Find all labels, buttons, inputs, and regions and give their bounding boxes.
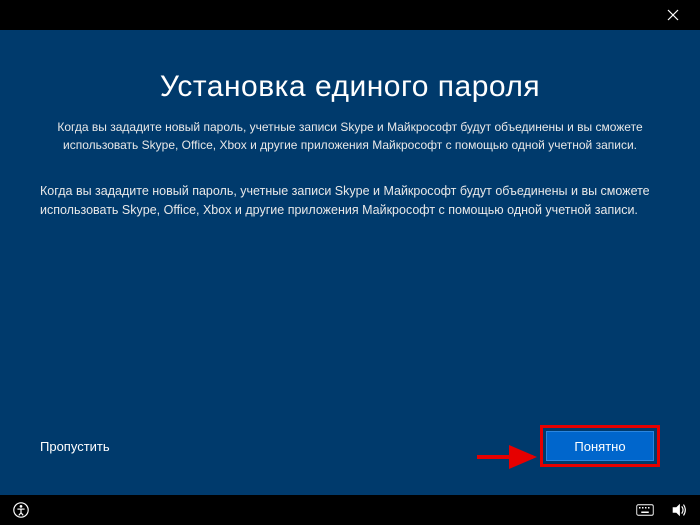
taskbar-left [12, 501, 30, 519]
close-icon [667, 9, 679, 21]
keyboard-icon [636, 501, 654, 519]
setup-dialog-window: Установка единого пароля Когда вы задади… [0, 0, 700, 525]
dialog-content: Установка единого пароля Когда вы задади… [0, 30, 700, 495]
taskbar [0, 495, 700, 525]
annotation-highlight: Понятно [540, 425, 660, 467]
volume-button[interactable] [670, 501, 688, 519]
dialog-subheading: Когда вы зададите новый пароль, учетные … [40, 118, 660, 154]
close-button[interactable] [658, 0, 688, 30]
ease-of-access-icon [12, 501, 30, 519]
dialog-footer: Пропустить Понятно [40, 425, 660, 467]
titlebar [0, 0, 700, 30]
ease-of-access-button[interactable] [12, 501, 30, 519]
taskbar-right [636, 501, 688, 519]
dialog-body: Когда вы зададите новый пароль, учетные … [40, 182, 660, 220]
spacer [40, 228, 660, 426]
dialog-heading: Установка единого пароля [40, 70, 660, 104]
primary-button[interactable]: Понятно [546, 431, 654, 461]
keyboard-button[interactable] [636, 501, 654, 519]
skip-link[interactable]: Пропустить [40, 439, 110, 454]
volume-icon [670, 501, 688, 519]
